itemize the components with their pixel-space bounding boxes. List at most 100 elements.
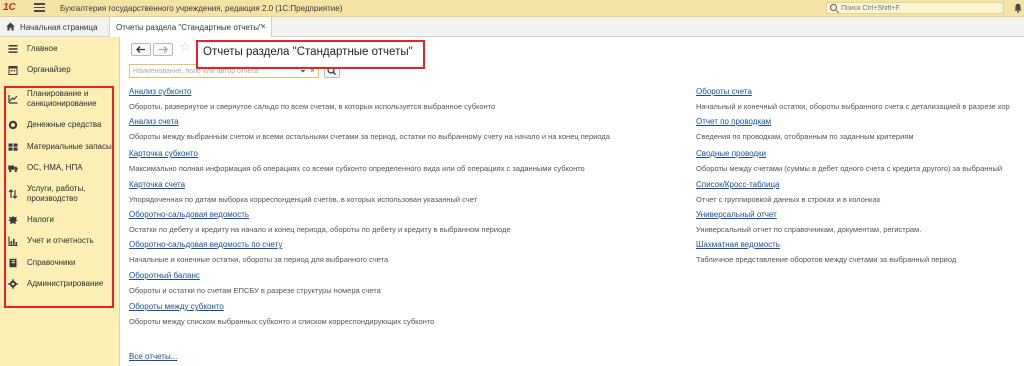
main-menu-icon[interactable] — [34, 3, 45, 13]
gear-icon — [8, 279, 18, 289]
home-icon — [6, 22, 15, 31]
report-item: Анализ субконто Обороты, развернутое и с… — [129, 87, 495, 111]
report-description: Обороты между списком выбранных субконто… — [129, 317, 435, 326]
sidebar-item-services[interactable]: Услуги, работы, производство — [0, 182, 120, 206]
sidebar-item-label: Материальные запасы — [27, 142, 112, 151]
sidebar-item-cash[interactable]: Денежные средства — [0, 118, 120, 132]
sidebar-item-label: Органайзер — [27, 65, 71, 74]
main-content: ☆ × Отчеты раздела "Стандартные отчеты" … — [121, 37, 1024, 366]
tab-home-label: Начальная страница — [20, 23, 98, 32]
report-description: Начальный и конечный остатки, обороты вы… — [696, 102, 1010, 111]
sidebar-item-label: Учет и отчетность — [27, 236, 94, 245]
sidebar-item-label: Администрирование — [27, 279, 104, 288]
report-item: Список/Кросс-таблица Отчет с группировко… — [696, 180, 880, 204]
report-description: Упорядоченная по датам выборка корреспон… — [129, 195, 478, 204]
sidebar-item-directories[interactable]: Справочники — [0, 256, 120, 270]
report-link[interactable]: Сводные проводки — [696, 149, 1002, 159]
report-link[interactable]: Анализ субконто — [129, 87, 495, 97]
sidebar-item-label: Денежные средства — [27, 120, 102, 129]
transfer-icon — [8, 189, 18, 199]
report-description: Обороты между счетами (суммы в дебет одн… — [696, 164, 1003, 173]
report-description: Универсальный отчет по справочникам, док… — [696, 225, 922, 234]
report-link[interactable]: Оборотно-сальдовая ведомость — [129, 210, 511, 220]
warehouse-icon — [8, 143, 18, 151]
tab-home[interactable]: Начальная страница — [0, 17, 106, 36]
report-item: Карточка счета Упорядоченная по датам вы… — [129, 180, 477, 204]
sidebar-item-planning[interactable]: Планирование и санкционирование — [0, 87, 120, 111]
sidebar: Главное Органайзер Планирование и санкци… — [0, 37, 120, 366]
back-button[interactable] — [131, 43, 151, 56]
app-title: Бухгалтерия государственного учреждения,… — [60, 4, 343, 13]
report-item: Обороты счета Начальный и конечный остат… — [696, 87, 1010, 111]
sidebar-item-label: Главное — [27, 44, 58, 53]
bar-chart-icon — [8, 236, 18, 246]
report-item: Оборотно-сальдовая ведомость Остатки по … — [129, 210, 511, 234]
sidebar-item-organizer[interactable]: Органайзер — [0, 63, 120, 77]
report-item: Сводные проводки Обороты между счетами (… — [696, 149, 1002, 173]
arrow-left-icon — [136, 46, 145, 53]
search-icon — [830, 4, 837, 11]
coin-icon — [8, 120, 18, 130]
report-link[interactable]: Карточка субконто — [129, 149, 585, 159]
tab-close-icon[interactable]: × — [261, 22, 266, 31]
sidebar-item-label: Справочники — [27, 258, 76, 267]
favorite-star-icon[interactable]: ☆ — [179, 40, 191, 54]
report-link[interactable]: Универсальный отчет — [696, 210, 921, 220]
truck-icon — [8, 165, 18, 173]
arrow-right-icon — [159, 46, 168, 53]
calendar-icon — [8, 66, 18, 75]
tab-bar: Начальная страница Отчеты раздела "Станд… — [0, 17, 1024, 37]
report-link[interactable]: Список/Кросс-таблица — [696, 180, 880, 190]
page-title-highlight-frame: Отчеты раздела "Стандартные отчеты" — [196, 40, 425, 69]
hamburger-icon — [8, 45, 18, 53]
sidebar-item-taxes[interactable]: Налоги — [0, 213, 120, 227]
global-search[interactable] — [826, 2, 1004, 14]
report-description: Обороты, развернутое и свернутое сальдо … — [129, 102, 496, 111]
report-description: Сведения по проводкам, отобранным по зад… — [696, 132, 914, 141]
report-link[interactable]: Отчет по проводкам — [696, 117, 914, 127]
sidebar-item-inventory[interactable]: Материальные запасы — [0, 140, 120, 154]
bell-icon[interactable] — [1014, 3, 1022, 13]
report-description: Обороты между выбранным счетом и всеми о… — [129, 132, 610, 141]
report-item: Оборотный баланс Обороты и остатки по сч… — [129, 271, 381, 295]
report-description: Начальные и конечные остатки, обороты за… — [129, 255, 389, 264]
global-search-input[interactable] — [841, 3, 1001, 13]
report-link[interactable]: Обороты между субконто — [129, 302, 434, 312]
book-icon — [9, 258, 17, 268]
report-link[interactable]: Анализ счета — [129, 117, 610, 127]
report-description: Табличное представление оборотов между с… — [696, 255, 957, 264]
title-bar: 1С Бухгалтерия государственного учрежден… — [0, 0, 1024, 17]
sidebar-item-accounting[interactable]: Учет и отчетность — [0, 234, 120, 248]
report-link[interactable]: Обороты счета — [696, 87, 1010, 97]
chart-icon — [8, 95, 18, 104]
report-description: Остатки по дебету и кредиту на начало и … — [129, 225, 511, 234]
report-description: Максимально полная информация об операци… — [129, 164, 585, 173]
report-item: Анализ счета Обороты между выбранным сче… — [129, 117, 610, 141]
sidebar-item-label: Услуги, работы, производство — [27, 184, 86, 203]
report-item: Обороты между субконто Обороты между спи… — [129, 302, 434, 326]
all-reports-link[interactable]: Все отчеты... — [129, 352, 177, 361]
report-link[interactable]: Карточка счета — [129, 180, 477, 190]
sidebar-item-label: ОС, НМА, НПА — [27, 163, 83, 172]
sidebar-item-label: Налоги — [27, 215, 54, 224]
page-title: Отчеты раздела "Стандартные отчеты" — [203, 46, 413, 58]
report-item: Карточка субконто Максимально полная инф… — [129, 149, 585, 173]
forward-button[interactable] — [153, 43, 173, 56]
sidebar-item-fixed-assets[interactable]: ОС, НМА, НПА — [0, 161, 120, 175]
report-link[interactable]: Оборотный баланс — [129, 271, 381, 281]
sidebar-item-administration[interactable]: Администрирование — [0, 277, 120, 291]
emblem-icon — [8, 215, 18, 225]
1c-logo: 1С — [3, 2, 16, 13]
report-item: Универсальный отчет Универсальный отчет … — [696, 210, 921, 234]
report-description: Обороты и остатки по счетам ЕПСБУ в разр… — [129, 286, 381, 295]
report-description: Отчет с группировкой данных в строках и … — [696, 195, 881, 204]
sidebar-item-label: Планирование и санкционирование — [27, 89, 97, 108]
report-item: Оборотно-сальдовая ведомость по счету На… — [129, 240, 388, 264]
sidebar-item-main[interactable]: Главное — [0, 42, 120, 56]
report-link[interactable]: Шахматная ведомость — [696, 240, 956, 250]
tab-standard-reports-label: Отчеты раздела "Стандартные отчеты" — [116, 23, 262, 32]
report-item: Шахматная ведомость Табличное представле… — [696, 240, 956, 264]
tab-standard-reports[interactable]: Отчеты раздела "Стандартные отчеты" × — [109, 17, 272, 37]
report-link[interactable]: Оборотно-сальдовая ведомость по счету — [129, 240, 388, 250]
report-item: Отчет по проводкам Сведения по проводкам… — [696, 117, 914, 141]
